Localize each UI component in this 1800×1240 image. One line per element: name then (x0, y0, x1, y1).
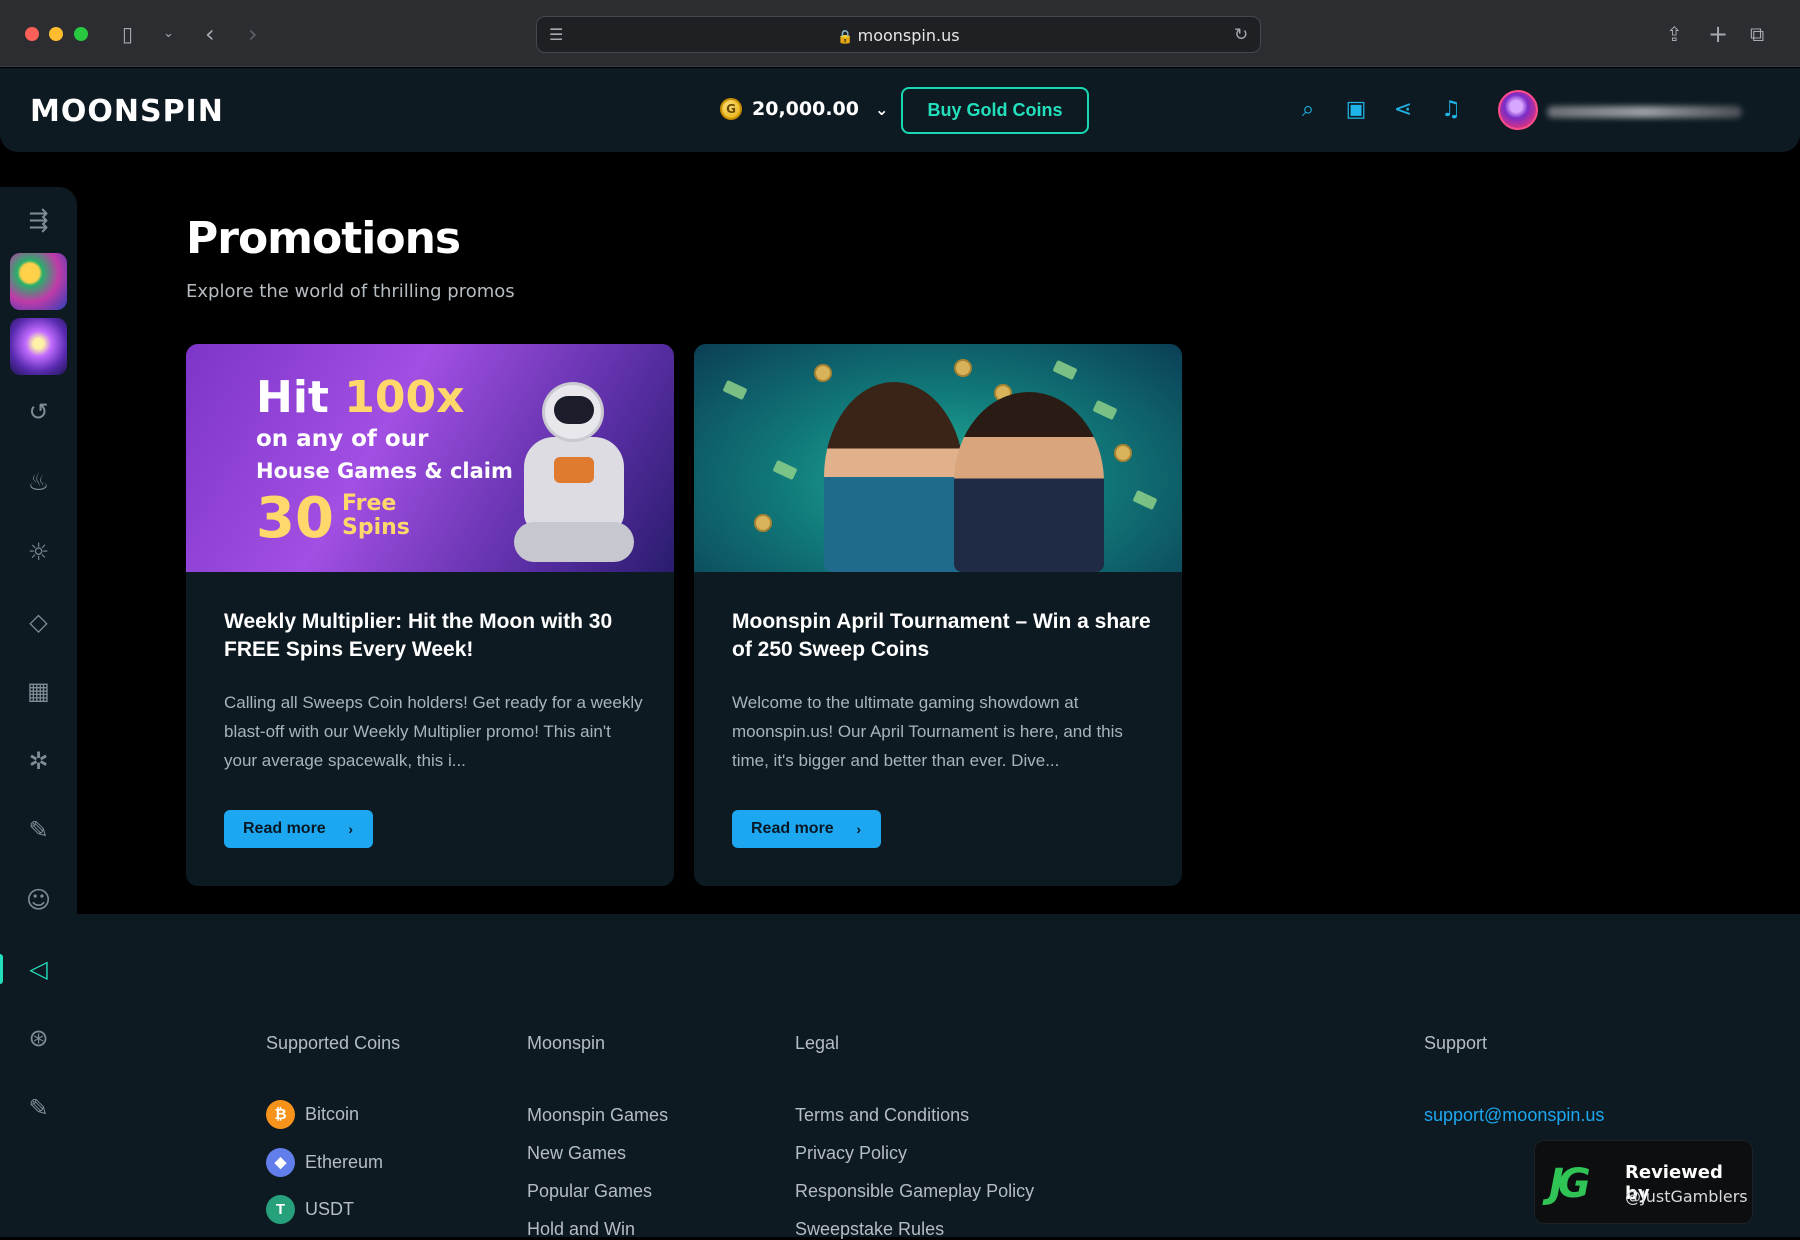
page-title: Promotions (186, 213, 461, 264)
promo-card: Hit 100x on any of our House Games & cla… (186, 344, 674, 886)
chevron-right-icon: › (856, 821, 861, 837)
page-subtitle: Explore the world of thrilling promos (186, 281, 515, 302)
avatar[interactable] (1498, 90, 1538, 130)
coin-item: ◆ Ethereum (266, 1148, 383, 1177)
search-icon[interactable]: ⌕ (1294, 96, 1322, 124)
promo-banner-image[interactable] (694, 344, 1182, 572)
banner-free-label: Free Spins (342, 491, 410, 540)
share-icon[interactable]: ⇪ (1666, 20, 1683, 48)
bell-icon[interactable]: ♫ (1437, 96, 1465, 124)
sidebar-game-thumbnail[interactable] (10, 318, 67, 375)
site-header: MOONSPIN G 20,000.00 ⌄ Buy Gold Coins ⌕ … (0, 68, 1800, 152)
diamond-icon[interactable]: ◇ (0, 599, 77, 645)
footer-link[interactable]: Terms and Conditions (795, 1105, 969, 1126)
menu-toggle-icon[interactable]: ⇶ (0, 197, 77, 243)
read-more-button[interactable]: Read more › (732, 810, 881, 848)
sidebar-game-thumbnail[interactable] (10, 253, 67, 310)
zoom-window-button[interactable] (74, 27, 88, 41)
chevron-right-icon: › (348, 821, 353, 837)
balance-amount: 20,000.00 (752, 98, 859, 120)
badge-line-2: @JustGamblers (1625, 1187, 1748, 1206)
astronaut-illustration (514, 382, 634, 562)
coin-item: T USDT (266, 1195, 354, 1224)
promo-description: Calling all Sweeps Coin holders! Get rea… (224, 693, 643, 770)
footer-link[interactable]: Popular Games (527, 1181, 652, 1202)
close-window-button[interactable] (25, 27, 39, 41)
url-text: moonspin.us (857, 26, 960, 45)
slot-machine-icon[interactable]: ▦ (0, 668, 77, 714)
promo-banner-image[interactable]: Hit 100x on any of our House Games & cla… (186, 344, 674, 572)
recent-icon[interactable]: ↺ (0, 389, 77, 435)
share-icon[interactable]: ⋖ (1389, 96, 1417, 124)
lock-icon: 🔒 (837, 30, 854, 45)
promo-description: Welcome to the ultimate gaming showdown … (732, 693, 1123, 770)
footer-heading-coins: Supported Coins (266, 1033, 401, 1053)
promo-card: Moonspin April Tournament – Win a share … (694, 344, 1182, 886)
chevron-down-icon: ⌄ (874, 99, 889, 119)
banner-free-count: 30 (256, 486, 334, 551)
browser-toolbar: ▯ ⌄ ‹ › ☰ 🔒 moonspin.us ↻ ⇪ + ⧉ (0, 0, 1800, 67)
read-more-button[interactable]: Read more › (224, 810, 373, 848)
sun-icon[interactable]: ☼ (0, 529, 77, 575)
justgamblers-logo: JG (1549, 1161, 1591, 1207)
footer-link[interactable]: Privacy Policy (795, 1143, 907, 1164)
tabs-overview-icon[interactable]: ⧉ (1750, 20, 1764, 48)
sidebar-toggle-icon[interactable]: ▯ (122, 20, 133, 48)
reviewed-badge[interactable]: JG Reviewed by @JustGamblers (1534, 1140, 1753, 1224)
man-illustration (954, 392, 1104, 572)
minimize-window-button[interactable] (49, 27, 63, 41)
megaphone-icon[interactable]: ◁ (0, 946, 77, 992)
banner-line: on any of our (256, 426, 429, 452)
checklist-icon[interactable]: ✎ (0, 807, 77, 853)
treasure-icon[interactable]: ▣ (1342, 96, 1370, 124)
reload-icon[interactable]: ↻ (1234, 21, 1248, 49)
chevron-down-icon[interactable]: ⌄ (163, 20, 174, 48)
blurred-username (1547, 106, 1742, 118)
support-icon[interactable]: ⊛ (0, 1015, 77, 1061)
support-email-link[interactable]: support@moonspin.us (1424, 1105, 1604, 1126)
footer-link[interactable]: Moonspin Games (527, 1105, 668, 1126)
new-tab-icon[interactable]: + (1708, 20, 1728, 48)
bitcoin-icon: ₿ (266, 1100, 295, 1129)
coin-item: ₿ Bitcoin (266, 1100, 359, 1129)
site-logo[interactable]: MOONSPIN (30, 94, 224, 129)
fire-icon[interactable]: ♨ (0, 459, 77, 505)
usdt-icon: T (266, 1195, 295, 1224)
ethereum-icon: ◆ (266, 1148, 295, 1177)
footer-link[interactable]: Responsible Gameplay Policy (795, 1181, 1034, 1202)
gold-coin-icon: G (720, 98, 742, 120)
promo-title[interactable]: Weekly Multiplier: Hit the Moon with 30 … (224, 608, 644, 664)
footer-link[interactable]: New Games (527, 1143, 626, 1164)
promo-title[interactable]: Moonspin April Tournament – Win a share … (732, 608, 1152, 664)
banner-line: House Games & claim (256, 459, 513, 483)
buy-gold-coins-button[interactable]: Buy Gold Coins (901, 87, 1089, 134)
balance-selector[interactable]: G 20,000.00 ⌄ (720, 98, 888, 120)
address-bar[interactable]: ☰ 🔒 moonspin.us ↻ (536, 16, 1261, 53)
back-icon[interactable]: ‹ (205, 20, 215, 48)
footer-heading-support: Support (1424, 1033, 1488, 1053)
user-icon[interactable]: ☺ (0, 877, 77, 923)
footer-heading-moonspin: Moonspin (527, 1033, 606, 1053)
woman-illustration (824, 382, 964, 572)
forward-icon[interactable]: › (248, 20, 258, 48)
checklist-icon[interactable]: ✎ (0, 1085, 77, 1131)
footer-heading-legal: Legal (795, 1033, 840, 1053)
gear-cluster-icon[interactable]: ✲ (0, 738, 77, 784)
banner-headline: Hit 100x (256, 372, 465, 423)
